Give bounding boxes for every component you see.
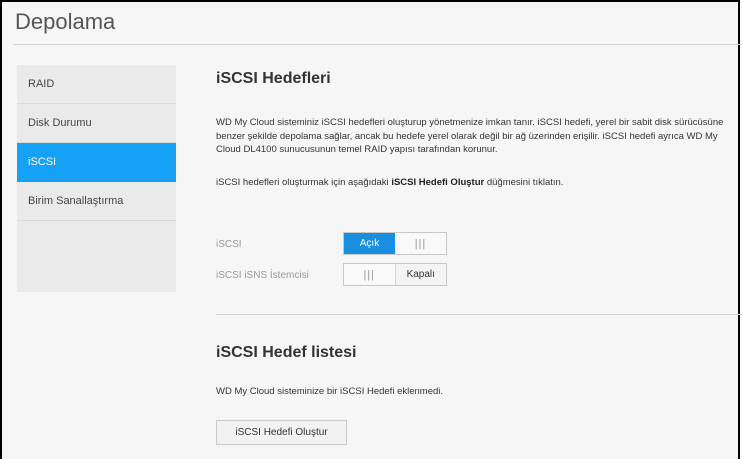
create-instruction: iSCSI hedefleri oluşturmak için aşağıdak… bbox=[216, 176, 738, 190]
page-title: Depolama bbox=[15, 9, 116, 34]
instruction-button-name: iSCSI Hedefi Oluştur bbox=[391, 177, 485, 188]
section-divider bbox=[216, 314, 742, 315]
isns-setting-label: iSCSI iSNS İstemcisi bbox=[216, 270, 309, 281]
isns-toggle-off[interactable]: Kapalı bbox=[394, 264, 446, 285]
iscsi-description: WD My Cloud sisteminiz iSCSI hedefleri o… bbox=[216, 117, 724, 155]
isns-toggle-grip[interactable]: ||| bbox=[344, 264, 395, 285]
app-window: Depolama RAID Disk Durumu iSCSI Birim Sa… bbox=[0, 0, 742, 459]
iscsi-toggle-on[interactable]: Açık bbox=[344, 233, 395, 254]
instruction-prefix: iSCSI hedefleri oluşturmak için aşağıdak… bbox=[216, 177, 392, 188]
title-divider bbox=[14, 44, 741, 45]
isns-toggle[interactable]: ||| Kapalı bbox=[343, 263, 447, 286]
target-list-empty-message: WD My Cloud sisteminize bir iSCSI Hedefi… bbox=[216, 386, 444, 397]
iscsi-toggle-grip[interactable]: ||| bbox=[395, 233, 446, 254]
iscsi-toggle[interactable]: Açık ||| bbox=[343, 232, 447, 255]
sidebar-item-iscsi[interactable]: iSCSI bbox=[17, 143, 176, 182]
create-iscsi-target-button[interactable]: iSCSI Hedefi Oluştur bbox=[216, 420, 347, 445]
iscsi-targets-heading: iSCSI Hedefleri bbox=[216, 70, 331, 87]
sidebar-item-volume-virtualization[interactable]: Birim Sanallaştırma bbox=[17, 182, 176, 221]
target-list-heading: iSCSI Hedef listesi bbox=[216, 344, 357, 361]
sidebar-item-raid[interactable]: RAID bbox=[17, 65, 176, 104]
sidebar-item-disk-status[interactable]: Disk Durumu bbox=[17, 104, 176, 143]
sidebar: RAID Disk Durumu iSCSI Birim Sanallaştır… bbox=[17, 65, 176, 292]
instruction-suffix: düğmesini tıklatın. bbox=[484, 177, 564, 188]
iscsi-setting-label: iSCSI bbox=[216, 239, 242, 250]
